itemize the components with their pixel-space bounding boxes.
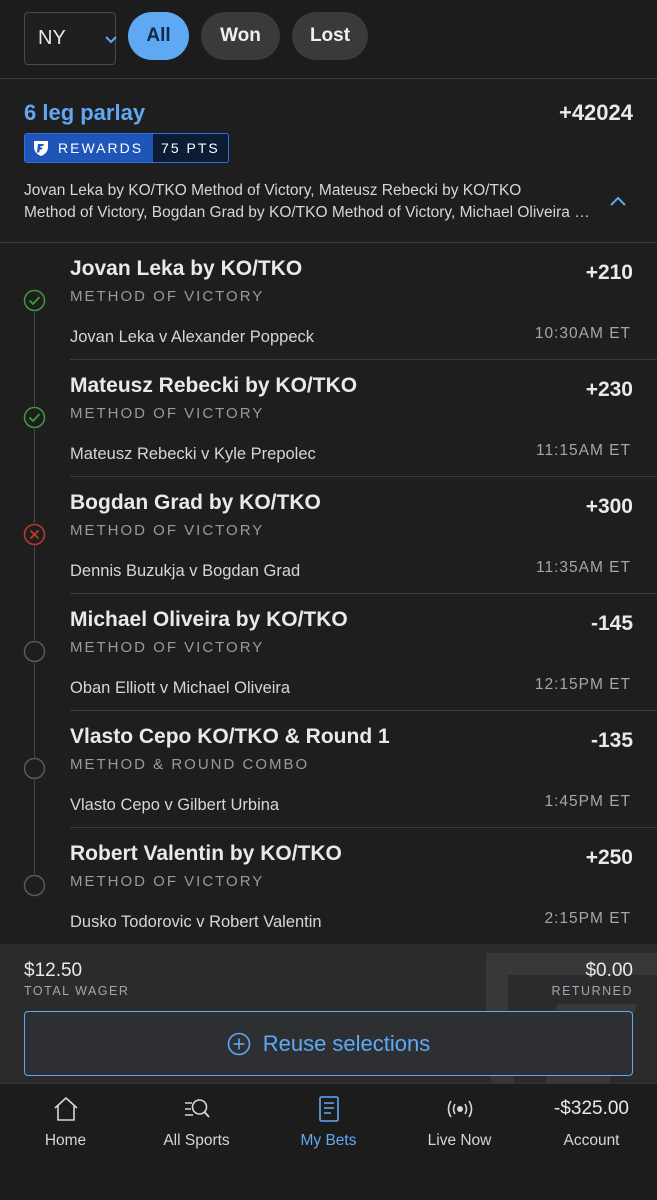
leg-item[interactable]: Mateusz Rebecki by KO/TKO METHOD OF VICT… bbox=[0, 360, 657, 477]
bet-card-header[interactable]: 6 leg parlay +42024 REWARDS 75 PTS Jovan… bbox=[0, 80, 657, 243]
leg-odds: -145 bbox=[590, 612, 633, 635]
account-balance: -$325.00 bbox=[553, 1098, 629, 1119]
leg-odds: +300 bbox=[585, 495, 633, 518]
home-icon bbox=[51, 1094, 81, 1124]
leg-time: 2:15PM ET bbox=[544, 910, 631, 927]
bottom-nav: Home All Sports My Bets Live Now -$325.0… bbox=[0, 1083, 657, 1200]
leg-event: Dusko Todorovic v Robert Valentin bbox=[70, 913, 322, 931]
rewards-badge: REWARDS 75 PTS bbox=[24, 133, 229, 163]
leg-selection: Michael Oliveira by KO/TKO bbox=[70, 608, 348, 631]
leg-selection: Mateusz Rebecki by KO/TKO bbox=[70, 374, 358, 397]
bet-slip-icon bbox=[314, 1094, 344, 1124]
nav-all-sports-label: All Sports bbox=[163, 1132, 230, 1149]
bet-summary-footer: $12.50 TOTAL WAGER $0.00 RETURNED Reuse … bbox=[0, 944, 657, 1083]
leg-event: Vlasto Cepo v Gilbert Urbina bbox=[70, 796, 280, 814]
leg-item[interactable]: Robert Valentin by KO/TKO METHOD OF VICT… bbox=[0, 828, 657, 945]
leg-selection: Jovan Leka by KO/TKO bbox=[70, 257, 303, 280]
pending-circle-icon bbox=[23, 757, 46, 780]
search-sports-icon bbox=[182, 1094, 212, 1124]
leg-odds: -135 bbox=[590, 729, 633, 752]
nav-all-sports[interactable]: All Sports bbox=[131, 1084, 262, 1200]
leg-item[interactable]: Jovan Leka by KO/TKO METHOD OF VICTORY +… bbox=[0, 243, 657, 360]
nav-my-bets[interactable]: My Bets bbox=[263, 1084, 394, 1200]
bet-title: 6 leg parlay bbox=[24, 100, 146, 125]
leg-event: Oban Elliott v Michael Oliveira bbox=[70, 679, 291, 697]
leg-time: 11:35AM ET bbox=[535, 559, 631, 576]
leg-market: METHOD OF VICTORY bbox=[70, 288, 265, 305]
won-check-icon bbox=[23, 406, 46, 429]
pending-circle-icon bbox=[23, 874, 46, 897]
leg-time: 11:15AM ET bbox=[535, 442, 631, 459]
legs-list: Jovan Leka by KO/TKO METHOD OF VICTORY +… bbox=[0, 243, 657, 944]
leg-odds: +230 bbox=[585, 378, 633, 401]
leg-event: Dennis Buzukja v Bogdan Grad bbox=[70, 562, 301, 580]
filter-tab-won[interactable]: Won bbox=[201, 12, 280, 60]
leg-odds: +250 bbox=[585, 846, 633, 869]
nav-account-label: Account bbox=[563, 1132, 620, 1149]
reuse-selections-button[interactable]: Reuse selections bbox=[24, 1011, 633, 1076]
leg-item[interactable]: Bogdan Grad by KO/TKO METHOD OF VICTORY … bbox=[0, 477, 657, 594]
leg-time: 12:15PM ET bbox=[534, 676, 631, 693]
leg-selection: Bogdan Grad by KO/TKO bbox=[70, 491, 321, 514]
nav-home-label: Home bbox=[44, 1132, 87, 1149]
leg-item[interactable]: Michael Oliveira by KO/TKO METHOD OF VIC… bbox=[0, 594, 657, 711]
nav-home[interactable]: Home bbox=[0, 1084, 131, 1200]
nav-my-bets-label: My Bets bbox=[300, 1132, 357, 1149]
won-check-icon bbox=[23, 289, 46, 312]
total-wager-label: TOTAL WAGER bbox=[24, 984, 130, 998]
legs-summary-line-1: Jovan Leka by KO/TKO Method of Victory, … bbox=[24, 182, 522, 199]
nav-account[interactable]: -$325.00 Account bbox=[526, 1084, 657, 1200]
leg-market: METHOD OF VICTORY bbox=[70, 873, 265, 890]
legs-summary: Jovan Leka by KO/TKO Method of Victory, … bbox=[24, 180, 594, 224]
total-wager-value: $12.50 bbox=[24, 960, 83, 981]
live-broadcast-icon bbox=[445, 1094, 475, 1124]
leg-odds: +210 bbox=[585, 261, 633, 284]
leg-event: Jovan Leka v Alexander Poppeck bbox=[70, 328, 314, 346]
chevron-up-icon[interactable] bbox=[609, 195, 627, 207]
leg-time: 10:30AM ET bbox=[534, 325, 631, 342]
leg-market: METHOD OF VICTORY bbox=[70, 522, 265, 539]
chevron-down-icon bbox=[105, 36, 117, 44]
state-select[interactable]: NY bbox=[24, 12, 117, 65]
filter-tab-all[interactable]: All bbox=[128, 12, 189, 60]
pending-circle-icon bbox=[23, 640, 46, 663]
leg-time: 1:45PM ET bbox=[544, 793, 631, 810]
nav-live-now[interactable]: Live Now bbox=[394, 1084, 525, 1200]
lost-x-icon bbox=[23, 523, 46, 546]
rewards-points: 75 PTS bbox=[153, 134, 228, 162]
rewards-label: REWARDS bbox=[58, 140, 144, 156]
leg-selection: Vlasto Cepo KO/TKO & Round 1 bbox=[70, 725, 390, 748]
legs-summary-line-2: Method of Victory, Bogdan Grad by KO/TKO… bbox=[24, 204, 594, 221]
leg-market: METHOD OF VICTORY bbox=[70, 405, 265, 422]
leg-market: METHOD OF VICTORY bbox=[70, 639, 265, 656]
filter-bar: NY All Won Lost bbox=[0, 0, 657, 79]
returned-value: $0.00 bbox=[585, 960, 633, 981]
leg-event: Mateusz Rebecki v Kyle Prepolec bbox=[70, 445, 316, 463]
fanduel-shield-icon bbox=[34, 141, 48, 156]
leg-market: METHOD & ROUND COMBO bbox=[70, 756, 310, 773]
state-select-value: NY bbox=[38, 27, 66, 49]
reuse-selections-label: Reuse selections bbox=[262, 1030, 431, 1056]
filter-tab-lost[interactable]: Lost bbox=[292, 12, 368, 60]
returned-label: RETURNED bbox=[551, 984, 633, 998]
nav-live-now-label: Live Now bbox=[427, 1132, 492, 1149]
leg-item[interactable]: Vlasto Cepo KO/TKO & Round 1 METHOD & RO… bbox=[0, 711, 657, 828]
plus-circle-icon bbox=[227, 1032, 251, 1055]
bet-odds: +42024 bbox=[558, 100, 633, 125]
leg-selection: Robert Valentin by KO/TKO bbox=[70, 842, 342, 865]
